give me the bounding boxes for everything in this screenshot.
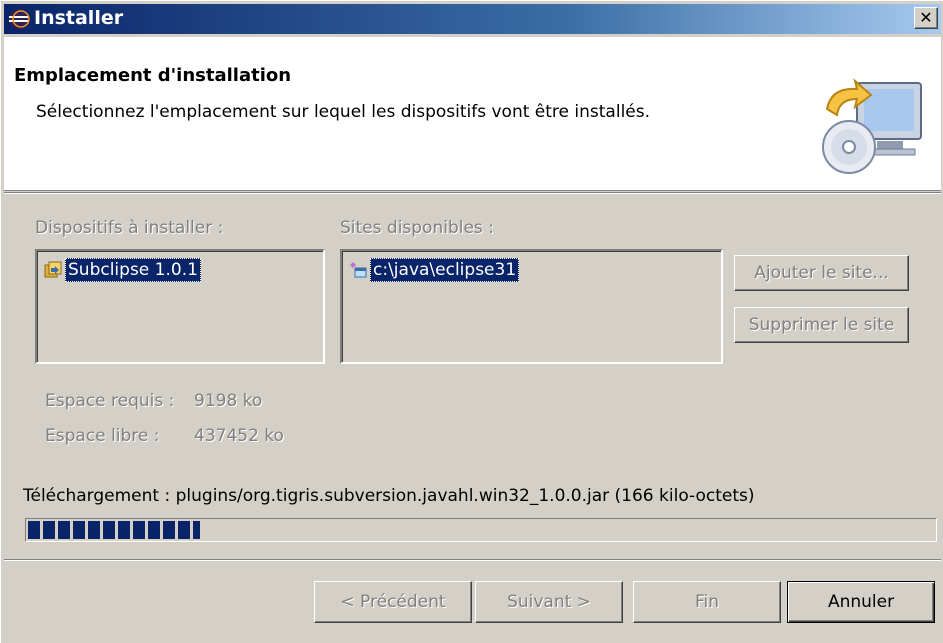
back-button[interactable]: < Précédent bbox=[314, 581, 472, 623]
installer-window: Installer ✕ Emplacement d'installation S… bbox=[0, 0, 943, 643]
list-item[interactable]: Subclipse 1.0.1 bbox=[43, 257, 201, 283]
window-title: Installer bbox=[34, 7, 124, 29]
page-description: Sélectionnez l'emplacement sur lequel le… bbox=[36, 102, 651, 122]
cancel-button[interactable]: Annuler bbox=[787, 581, 935, 623]
features-list[interactable]: Subclipse 1.0.1 bbox=[35, 249, 325, 364]
eclipse-icon bbox=[9, 9, 30, 29]
close-button[interactable]: ✕ bbox=[914, 7, 938, 29]
download-progress-bar bbox=[25, 518, 937, 542]
list-item[interactable]: c:\java\eclipse31 bbox=[348, 257, 520, 283]
sites-list[interactable]: c:\java\eclipse31 bbox=[340, 249, 723, 364]
download-status: Téléchargement : plugins/org.tigris.subv… bbox=[23, 486, 755, 506]
install-wizard-icon bbox=[822, 78, 922, 174]
page-title: Emplacement d'installation bbox=[14, 65, 292, 86]
free-space-label: Espace libre : bbox=[45, 426, 160, 446]
sites-label: Sites disponibles : bbox=[340, 218, 494, 238]
finish-button[interactable]: Fin bbox=[633, 581, 781, 623]
site-item-label: c:\java\eclipse31 bbox=[370, 258, 520, 282]
remove-site-button[interactable]: Supprimer le site bbox=[734, 307, 909, 343]
add-site-button[interactable]: Ajouter le site... bbox=[734, 255, 909, 291]
features-label: Dispositifs à installer : bbox=[35, 218, 224, 238]
free-space-value: 437452 ko bbox=[194, 426, 284, 446]
feature-icon bbox=[44, 261, 62, 278]
required-space-label: Espace requis : bbox=[45, 391, 175, 411]
required-space-value: 9198 ko bbox=[194, 391, 263, 411]
next-button[interactable]: Suivant > bbox=[475, 581, 623, 623]
title-bar[interactable]: Installer ✕ bbox=[4, 4, 941, 34]
progress-fill bbox=[28, 521, 200, 539]
feature-item-label: Subclipse 1.0.1 bbox=[65, 258, 201, 282]
footer-separator bbox=[4, 559, 941, 561]
site-icon bbox=[350, 262, 367, 278]
banner-separator bbox=[4, 192, 941, 194]
wizard-banner: Emplacement d'installation Sélectionnez … bbox=[4, 37, 941, 191]
